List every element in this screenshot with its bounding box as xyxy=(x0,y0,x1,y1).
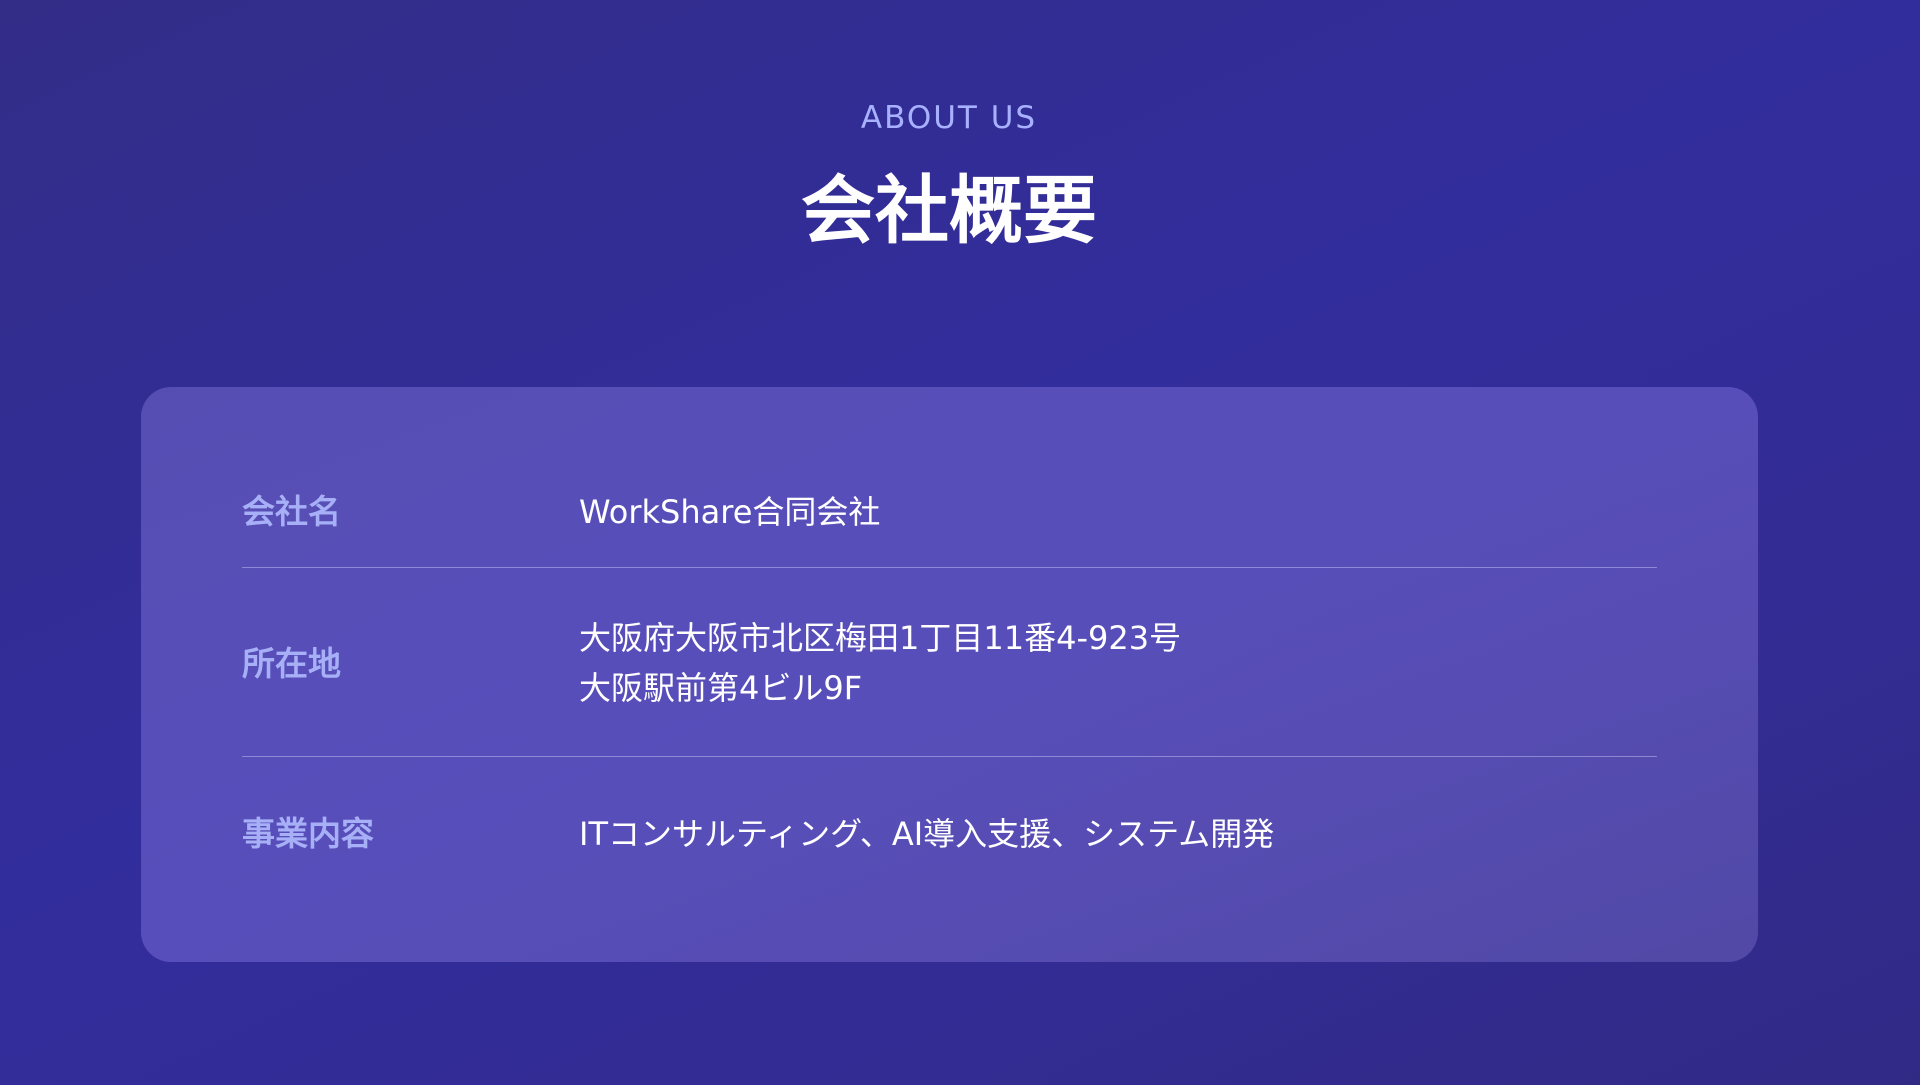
page-title: 会社概要 xyxy=(801,168,1097,254)
row-divider xyxy=(242,567,1657,568)
company-name-label: 会社名 xyxy=(242,492,341,531)
address-value: 大阪府大阪市北区梅田1丁目11番4-923号 大阪駅前第4ビル9F xyxy=(579,613,1181,713)
company-name-value: WorkShare合同会社 xyxy=(579,487,880,537)
address-line-1: 大阪府大阪市北区梅田1丁目11番4-923号 xyxy=(579,619,1182,657)
business-label: 事業内容 xyxy=(242,814,374,853)
company-name-line: WorkShare合同会社 xyxy=(579,493,881,531)
address-line-2: 大阪駅前第4ビル9F xyxy=(579,669,863,707)
section-eyebrow: ABOUT US xyxy=(860,100,1038,136)
address-label: 所在地 xyxy=(242,644,341,683)
row-divider xyxy=(242,756,1657,757)
business-line: ITコンサルティング、AI導入支援、システム開発 xyxy=(579,815,1275,853)
info-row-business: 事業内容 ITコンサルティング、AI導入支援、システム開発 xyxy=(242,758,1657,858)
business-value: ITコンサルティング、AI導入支援、システム開発 xyxy=(579,809,1274,859)
info-row-company-name: 会社名 WorkShare合同会社 xyxy=(242,482,1657,568)
info-row-address: 所在地 大阪府大阪市北区梅田1丁目11番4-923号 大阪駅前第4ビル9F xyxy=(242,569,1657,757)
company-info-card: 会社名 WorkShare合同会社 所在地 大阪府大阪市北区梅田1丁目11番4-… xyxy=(141,387,1758,962)
